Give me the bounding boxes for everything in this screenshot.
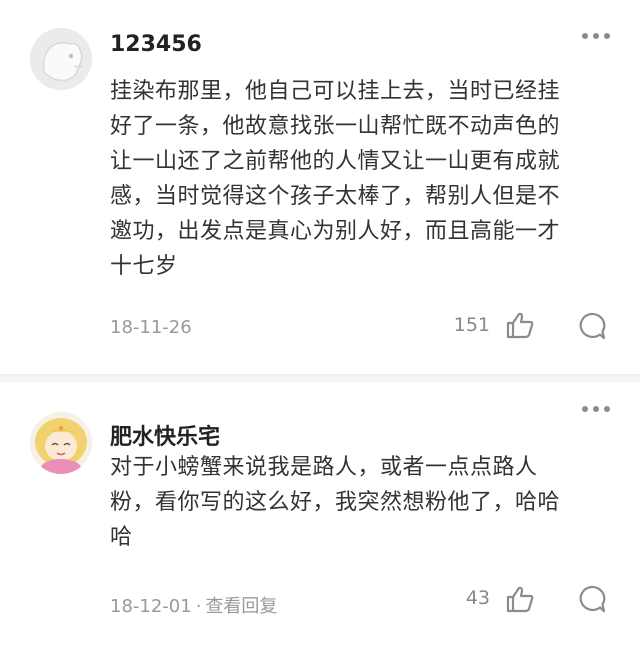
thumbs-up-icon[interactable] bbox=[505, 585, 535, 613]
like-count: 43 bbox=[465, 587, 490, 609]
comment-line: 邀功，出发点是真心为别人好，而且高能一才 bbox=[110, 219, 561, 244]
comment-bubble-icon[interactable] bbox=[576, 311, 606, 341]
comment-date: 18-12-01 bbox=[110, 596, 192, 617]
comment-text: 挂染布那里，他自己可以挂上去，当时已经挂 好了一条，他故意找张一山帮忙既不动声色… bbox=[110, 74, 610, 284]
comment-line: 粉，看你写的这么好，我突然想粉他了，哈哈 bbox=[110, 490, 561, 515]
comment-text: 对于小螃蟹来说我是路人，或者一点点路人 粉，看你写的这么好，我突然想粉他了，哈哈… bbox=[110, 450, 610, 555]
comment-item: 123456 挂染布那里，他自己可以挂上去，当时已经挂 好了一条，他故意找张一山… bbox=[0, 0, 640, 374]
comment-item: 肥水快乐宅 对于小螃蟹来说我是路人，或者一点点路人 粉，看你写的这么好，我突然想… bbox=[0, 382, 640, 649]
view-replies-link[interactable]: 查看回复 bbox=[205, 596, 277, 617]
comment-line: 十七岁 bbox=[110, 254, 178, 279]
avatar[interactable] bbox=[30, 28, 92, 90]
dog-sketch-avatar-icon bbox=[30, 28, 92, 90]
avatar[interactable] bbox=[30, 412, 92, 474]
sailor-moon-avatar-icon bbox=[30, 412, 92, 474]
comment-meta: 18-12-01 · 查看回复 bbox=[110, 592, 277, 618]
more-options-icon[interactable] bbox=[582, 403, 612, 415]
comment-line: 好了一条，他故意找张一山帮忙既不动声色的 bbox=[110, 114, 561, 139]
comment-line: 哈 bbox=[110, 525, 133, 550]
like-count: 151 bbox=[453, 314, 490, 336]
section-divider bbox=[0, 374, 640, 382]
comment-line: 感，当时觉得这个孩子太棒了，帮别人但是不 bbox=[110, 184, 561, 209]
comment-line: 让一山还了之前帮他的人情又让一山更有成就 bbox=[110, 149, 561, 174]
comment-bubble-icon[interactable] bbox=[576, 584, 606, 614]
meta-separator: · bbox=[195, 596, 202, 617]
username[interactable]: 肥水快乐宅 bbox=[110, 419, 220, 451]
comment-date: 18-11-26 bbox=[110, 317, 192, 338]
username[interactable]: 123456 bbox=[110, 32, 202, 57]
thumbs-up-icon[interactable] bbox=[505, 311, 535, 339]
comment-line: 挂染布那里，他自己可以挂上去，当时已经挂 bbox=[110, 79, 561, 104]
comment-meta: 18-11-26 bbox=[110, 317, 192, 338]
comment-line: 对于小螃蟹来说我是路人，或者一点点路人 bbox=[110, 455, 538, 480]
more-options-icon[interactable] bbox=[582, 30, 612, 42]
